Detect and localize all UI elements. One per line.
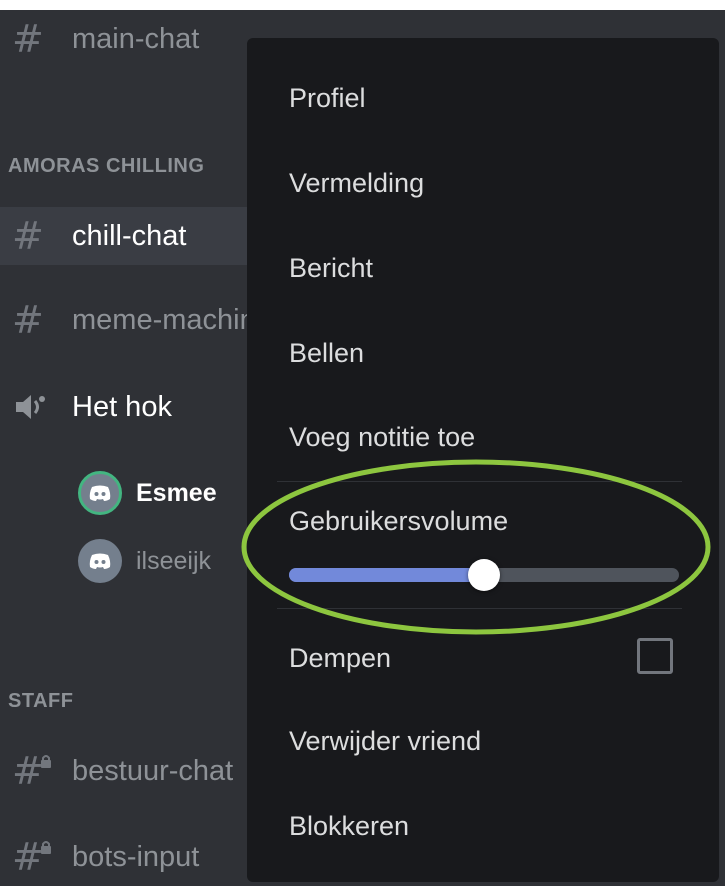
avatar bbox=[78, 539, 122, 583]
voice-user-esmee[interactable]: Esmee bbox=[78, 470, 217, 516]
category-staff[interactable]: STAFF bbox=[8, 690, 73, 713]
menu-item-vermelding[interactable]: Vermelding bbox=[289, 168, 424, 199]
dempen-checkbox[interactable] bbox=[637, 638, 673, 674]
avatar bbox=[78, 471, 122, 515]
hash-icon: # bbox=[12, 17, 44, 61]
channel-name: main-chat bbox=[72, 22, 200, 55]
lock-icon bbox=[40, 754, 52, 773]
menu-item-voeg-notitie-toe[interactable]: Voeg notitie toe bbox=[289, 422, 475, 453]
menu-item-profiel[interactable]: Profiel bbox=[289, 83, 366, 114]
speaker-icon bbox=[14, 392, 46, 427]
channel-main-chat[interactable]: # main-chat bbox=[0, 10, 260, 68]
channel-name: bestuur-chat bbox=[72, 754, 234, 787]
top-edge bbox=[0, 0, 725, 10]
channel-name: Het hok bbox=[72, 390, 172, 423]
menu-item-bericht[interactable]: Bericht bbox=[289, 253, 373, 284]
hash-icon: # bbox=[12, 214, 44, 258]
discord-logo-icon bbox=[89, 485, 111, 501]
channel-bestuur-chat[interactable]: # bestuur-chat bbox=[0, 742, 260, 800]
voice-channel-het-hok[interactable]: Het hok bbox=[0, 378, 260, 436]
lock-icon bbox=[40, 840, 52, 859]
user-name: Esmee bbox=[136, 478, 217, 507]
category-amoras-chilling[interactable]: AMORAS CHILLING bbox=[8, 155, 204, 178]
menu-item-bellen[interactable]: Bellen bbox=[289, 338, 364, 369]
channel-name: chill-chat bbox=[72, 219, 187, 252]
menu-item-dempen[interactable]: Dempen bbox=[289, 643, 391, 674]
discord-logo-icon bbox=[89, 553, 111, 569]
hash-icon: # bbox=[12, 298, 44, 342]
menu-item-verwijder-vriend[interactable]: Verwijder vriend bbox=[289, 726, 481, 757]
voice-user-ilseeijk[interactable]: ilseeijk bbox=[78, 538, 211, 584]
channel-meme-machine[interactable]: # meme-machine bbox=[0, 291, 272, 349]
channel-chill-chat[interactable]: # chill-chat bbox=[0, 207, 260, 265]
channel-name: meme-machine bbox=[72, 303, 272, 336]
channel-name: bots-input bbox=[72, 840, 200, 873]
user-name: ilseeijk bbox=[136, 546, 212, 575]
highlight-annotation-ellipse bbox=[241, 459, 711, 635]
menu-item-blokkeren[interactable]: Blokkeren bbox=[289, 811, 409, 842]
channel-bots-input[interactable]: # bots-input bbox=[0, 828, 260, 886]
